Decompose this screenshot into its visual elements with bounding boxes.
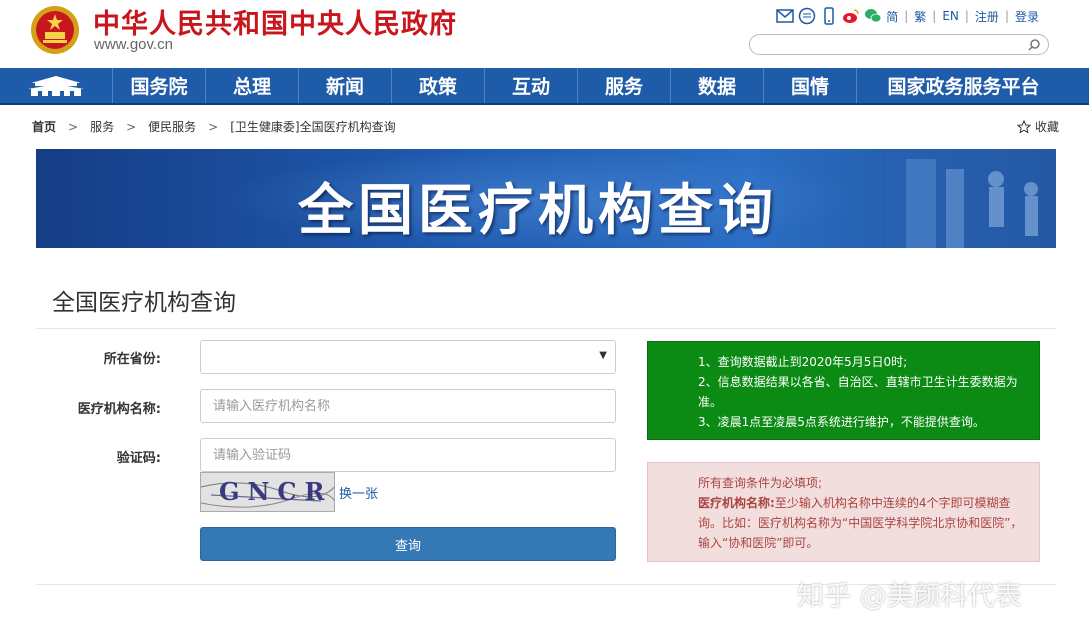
separator: | [964,9,969,23]
banner-title: 全国医疗机构查询 [298,178,779,242]
nav-item-services[interactable]: 服务 [578,68,671,103]
institution-name-input[interactable] [213,390,603,422]
search-input[interactable] [760,36,1030,56]
page-banner: 全国医疗机构查询 [36,149,1056,248]
captcha-field [200,438,616,472]
province-value[interactable] [213,341,603,373]
institution-name-field [200,389,616,423]
notice-bold-label: 医疗机构名称: [698,496,775,510]
separator: | [904,9,909,23]
breadcrumb: 首页 > 服务 > 便民服务 > [卫生健康委]全国医疗机构查询 [32,118,396,135]
link-english[interactable]: EN [942,9,959,23]
link-traditional[interactable]: 繁 [914,8,926,25]
mobile-icon[interactable] [820,7,838,25]
province-label: 所在省份: [103,352,161,367]
notice-line: 2、信息数据结果以各省、自治区、直辖市卫生计生委数据为准。 [698,375,1018,409]
section-divider [36,328,1056,329]
main-nav: 国务院 总理 新闻 政策 互动 服务 数据 国情 国家政务服务平台 [0,68,1089,105]
national-emblem-icon[interactable] [30,5,80,55]
section-title: 全国医疗机构查询 [52,290,236,316]
nav-item-interaction[interactable]: 互动 [485,68,578,103]
message-icon[interactable] [798,7,816,25]
favorite-label: 收藏 [1034,120,1059,134]
caret-down-icon: ▼ [599,350,607,361]
nav-item-service-platform[interactable]: 国家政务服务平台 [857,68,1070,103]
star-icon [1016,119,1031,134]
nav-item-data[interactable]: 数据 [671,68,764,103]
captcha-graphic: GNCR [201,473,334,511]
hospital-scene-image [886,149,1056,248]
separator: | [1004,9,1009,23]
notice-detail: 医疗机构名称:至少输入机构名称中连续的4个字即可模糊查询。比如：医疗机构名称为“… [698,493,1029,553]
separator: | [932,9,937,23]
captcha-input[interactable] [213,439,603,471]
nav-home[interactable] [0,68,113,103]
top-links: 简 | 繁 | EN | 注册 | 登录 [776,7,1039,25]
chevron-right-icon: > [208,119,219,134]
refresh-captcha-link[interactable]: 换一张 [339,483,378,502]
notice-line: 1、查询数据截止到2020年5月5日0时; [698,355,908,369]
link-login[interactable]: 登录 [1015,8,1039,25]
site-search [749,34,1049,56]
weibo-icon[interactable] [842,7,860,25]
breadcrumb-services[interactable]: 服务 [90,118,114,135]
nav-item-state-council[interactable]: 国务院 [113,68,206,103]
province-select[interactable]: ▼ [200,340,616,374]
chevron-right-icon: > [68,119,79,134]
search-button[interactable]: 查询 [200,527,616,561]
notice-pink: 所有查询条件为必填项; 医疗机构名称:至少输入机构名称中连续的4个字即可模糊查询… [647,462,1040,562]
captcha-image[interactable]: GNCR [200,472,335,512]
nav-item-news[interactable]: 新闻 [299,68,392,103]
favorite-button[interactable]: 收藏 [1016,118,1059,135]
breadcrumb-current: [卫生健康委]全国医疗机构查询 [230,120,396,134]
email-icon[interactable] [776,7,794,25]
watermark: 知乎 @美颜科代表 [797,581,1022,612]
captcha-text: GNCR [219,477,332,506]
notice-green: 1、查询数据截止到2020年5月5日0时; 2、信息数据结果以各省、自治区、直辖… [647,341,1040,440]
captcha-label: 验证码: [116,451,161,466]
site-header: 中华人民共和国中央人民政府 www.gov.cn 简 | 繁 | EN | 注册… [0,0,1089,68]
notice-line: 3、凌晨1点至凌晨5点系统进行维护，不能提供查询。 [698,415,985,429]
link-register[interactable]: 注册 [975,8,999,25]
notice-required: 所有查询条件为必填项; [698,476,823,490]
breadcrumb-home[interactable]: 首页 [32,118,56,135]
nav-item-policy[interactable]: 政策 [392,68,485,103]
nav-item-premier[interactable]: 总理 [206,68,299,103]
chevron-right-icon: > [126,119,137,134]
site-domain[interactable]: www.gov.cn [94,36,173,53]
breadcrumb-convenience[interactable]: 便民服务 [148,118,196,135]
link-simplified[interactable]: 简 [886,8,898,25]
institution-name-label: 医疗机构名称: [77,402,161,417]
wechat-icon[interactable] [864,7,882,25]
search-icon[interactable] [1026,37,1042,53]
tiananmen-icon [28,75,84,96]
nav-item-national-info[interactable]: 国情 [764,68,857,103]
